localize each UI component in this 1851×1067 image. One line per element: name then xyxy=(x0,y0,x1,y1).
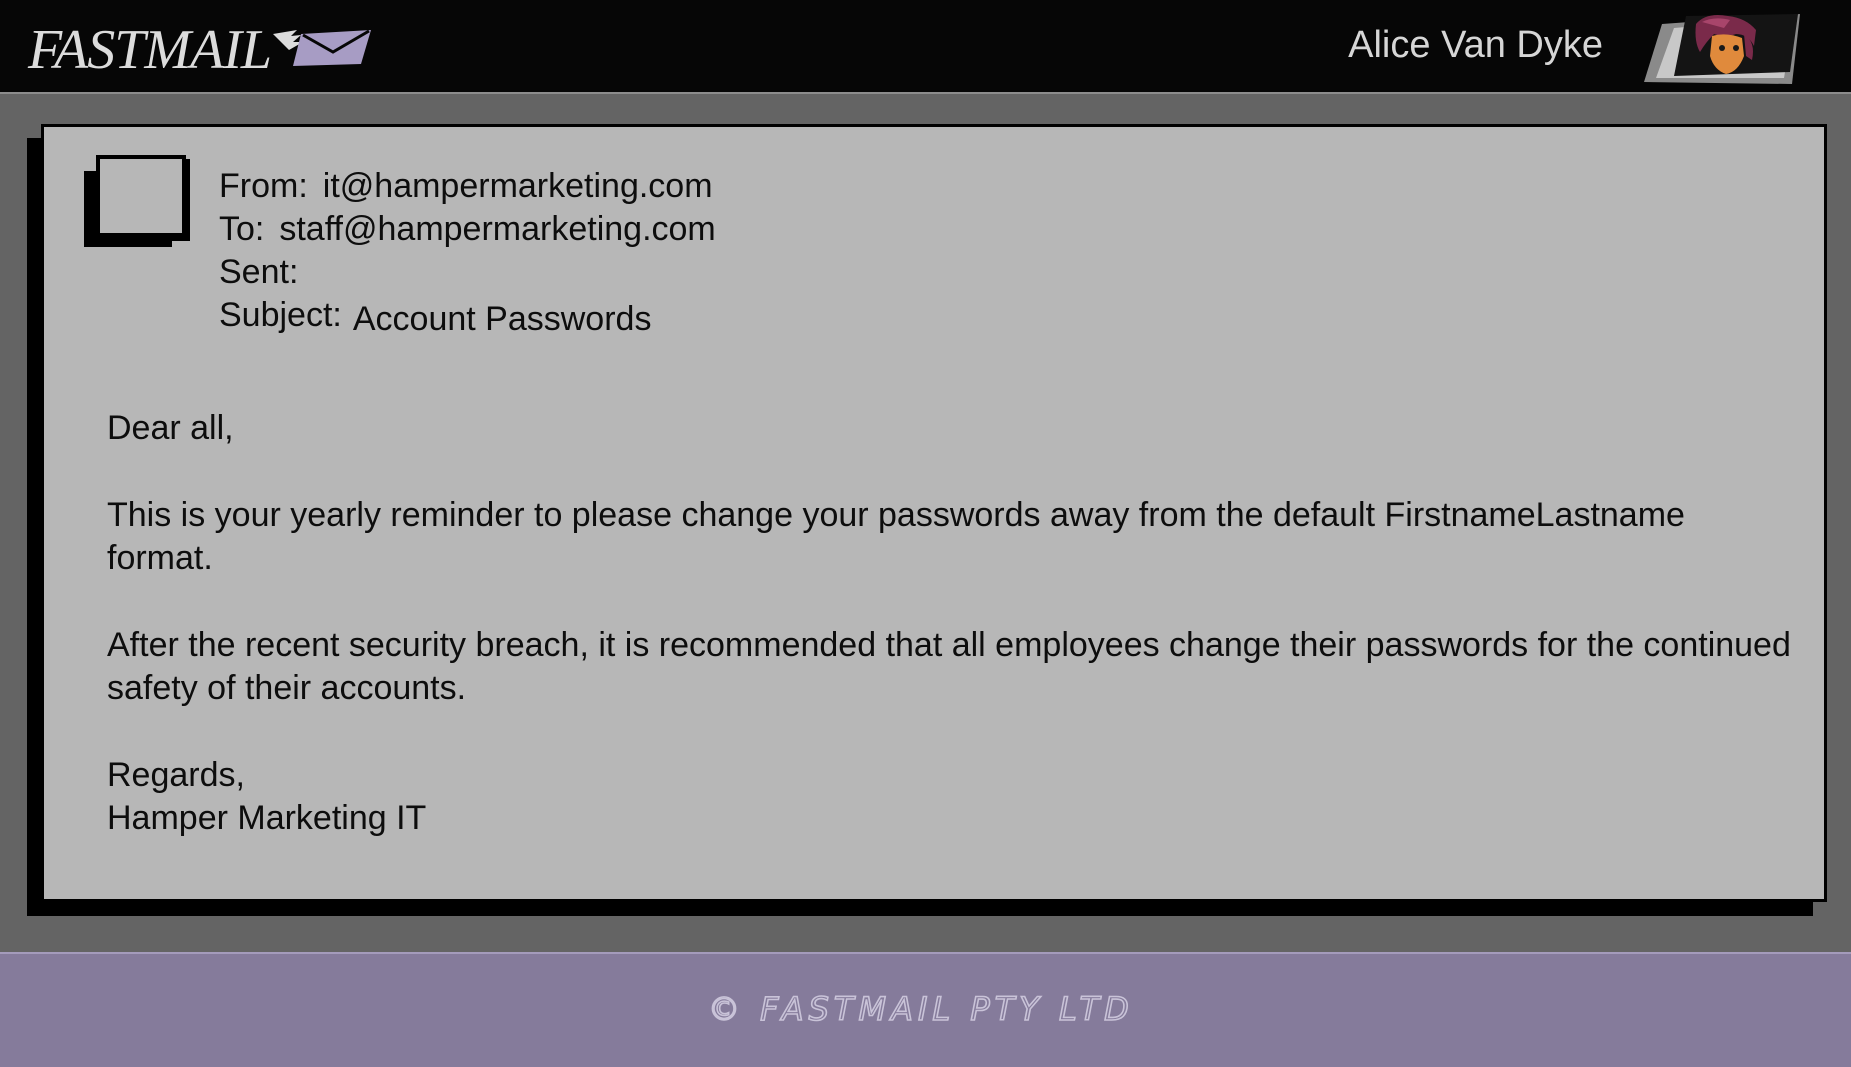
envelope-icon xyxy=(273,29,371,66)
subject-row: Subject: Account Passwords xyxy=(219,294,716,338)
fastmail-logo[interactable]: FASTMAIL xyxy=(28,22,375,78)
copyright-notice: © FASTMAIL PTY LTD xyxy=(708,989,1134,1029)
user-name[interactable]: Alice Van Dyke xyxy=(1348,22,1603,68)
copyright-text: © FASTMAIL PTY LTD xyxy=(708,990,1134,1028)
from-row: From: it@hampermarketing.com xyxy=(219,165,716,208)
logo-text: FASTMAIL xyxy=(28,19,272,81)
email-panel: From: it@hampermarketing.com To: staff@h… xyxy=(41,124,1827,902)
to-label: To: xyxy=(219,210,265,248)
from-label: From: xyxy=(219,167,308,205)
email-paragraph-1: This is your yearly reminder to please c… xyxy=(107,496,1685,577)
subject-value: Account Passwords xyxy=(352,300,652,338)
email-header-fields: From: it@hampermarketing.com To: staff@h… xyxy=(219,165,716,338)
email-body: Dear all, This is your yearly reminder t… xyxy=(107,407,1797,840)
user-avatar-icon[interactable] xyxy=(1644,12,1800,86)
from-address[interactable]: it@hampermarketing.com xyxy=(323,165,713,208)
to-address[interactable]: staff@hampermarketing.com xyxy=(279,208,715,251)
app-footer: © FASTMAIL PTY LTD xyxy=(0,952,1851,1067)
sent-label: Sent: xyxy=(219,253,299,291)
subject-label: Subject: xyxy=(219,296,342,334)
sender-avatar-icon xyxy=(84,155,190,247)
email-paragraph-2: After the recent security breach, it is … xyxy=(107,626,1791,707)
app-header: FASTMAIL Alice Van Dyke xyxy=(0,0,1851,94)
email-greeting: Dear all, xyxy=(107,409,234,447)
to-row: To: staff@hampermarketing.com xyxy=(219,208,716,251)
email-signoff: Regards, xyxy=(107,756,245,794)
email-signature: Hamper Marketing IT xyxy=(107,799,427,837)
sent-row: Sent: xyxy=(219,251,716,294)
